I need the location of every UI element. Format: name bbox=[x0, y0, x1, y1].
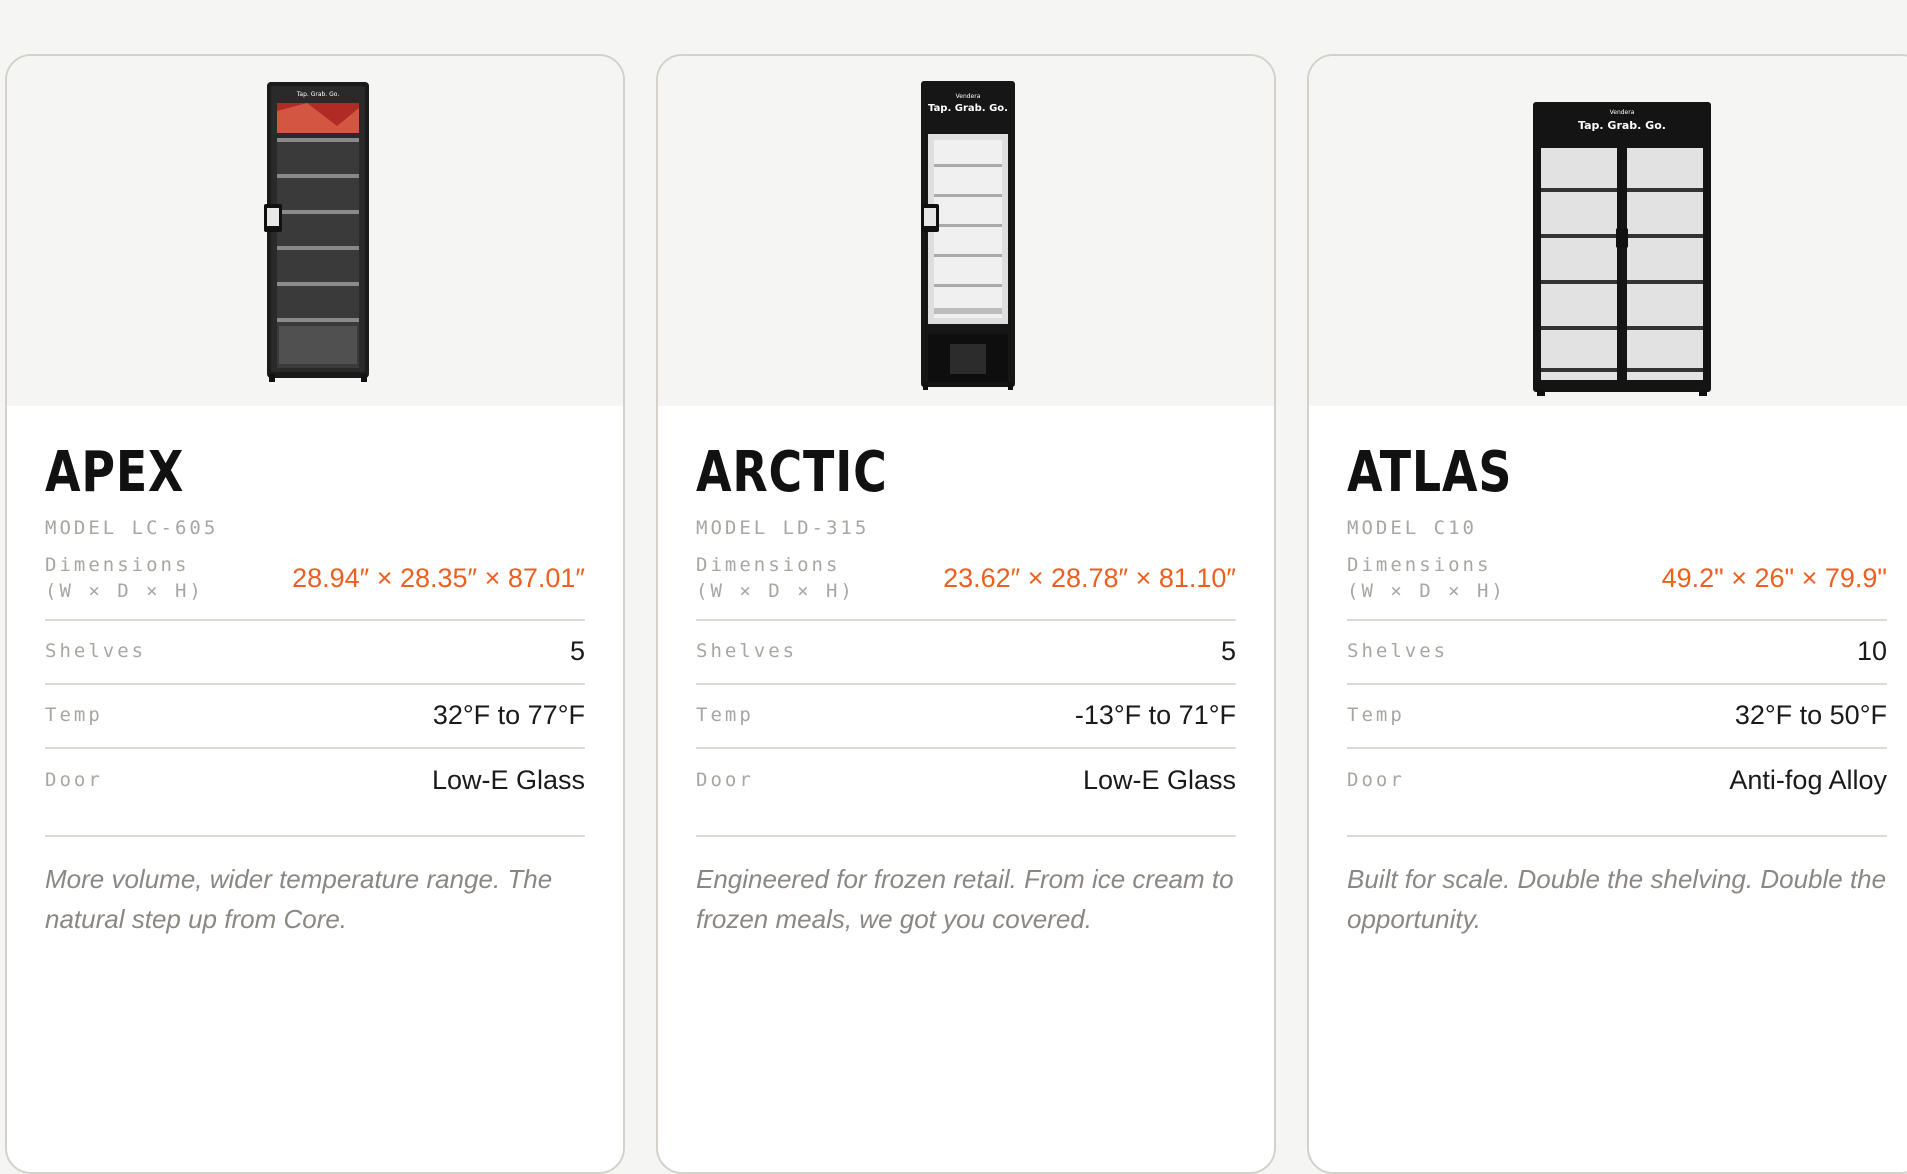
fridge-arctic-slogan: Tap. Grab. Go. bbox=[928, 103, 1008, 114]
fridge-atlas-image: Vendera Tap. Grab. Go. bbox=[1533, 102, 1711, 396]
product-model: MODEL LD-315 bbox=[696, 516, 870, 539]
spec-value-shelves: 5 bbox=[1220, 636, 1236, 667]
spec-value-temp: 32°F to 50°F bbox=[1734, 700, 1887, 731]
fridge-apex-slogan: Tap. Grab. Go. bbox=[296, 91, 340, 98]
spec-value-shelves: 10 bbox=[1856, 636, 1887, 667]
fridge-atlas-slogan: Tap. Grab. Go. bbox=[1578, 119, 1666, 132]
product-model: MODEL C10 bbox=[1347, 516, 1477, 539]
product-image-arctic: Vendera Tap. Grab. Go. bbox=[658, 56, 1274, 406]
spec-row-dimensions: Dimensions (W × D × H) 23.62″ × 28.78″ ×… bbox=[696, 539, 1236, 621]
spec-label-dimensions-line2: (W × D × H) bbox=[1347, 579, 1506, 602]
spec-row-shelves: Shelves 5 bbox=[696, 621, 1236, 685]
product-title: APEX bbox=[45, 440, 185, 505]
spec-value-dimensions: 49.2" × 26" × 79.9" bbox=[1661, 563, 1887, 594]
product-image-apex: Tap. Grab. Go. bbox=[7, 56, 623, 406]
spec-row-dimensions: Dimensions (W × D × H) 28.94″ × 28.35″ ×… bbox=[45, 539, 585, 621]
product-card-apex[interactable]: Tap. Grab. Go. APEX MODEL LC-605 Dimensi… bbox=[5, 54, 625, 1174]
spec-row-door: Door Low-E Glass bbox=[696, 749, 1236, 813]
spec-row-temp: Temp 32°F to 77°F bbox=[45, 685, 585, 749]
spec-value-door: Anti-fog Alloy bbox=[1729, 765, 1887, 796]
product-model: MODEL LC-605 bbox=[45, 516, 219, 539]
product-card-atlas[interactable]: Vendera Tap. Grab. Go. ATLAS MODEL C10 D… bbox=[1307, 54, 1907, 1174]
product-description: Engineered for frozen retail. From ice c… bbox=[696, 863, 1234, 934]
spec-row-shelves: Shelves 10 bbox=[1347, 621, 1887, 685]
spec-divider bbox=[696, 813, 1236, 837]
spec-label-temp: Temp bbox=[696, 703, 754, 726]
product-image-atlas: Vendera Tap. Grab. Go. bbox=[1309, 56, 1907, 406]
fridge-apex-image: Tap. Grab. Go. bbox=[264, 82, 369, 382]
product-description: More volume, wider temperature range. Th… bbox=[45, 863, 553, 934]
product-card-arctic[interactable]: Vendera Tap. Grab. Go. ARCTIC MODEL LD-3… bbox=[656, 54, 1276, 1174]
spec-label-dimensions: Dimensions (W × D × H) bbox=[696, 553, 855, 604]
product-description: Built for scale. Double the shelving. Do… bbox=[1347, 863, 1887, 934]
spec-row-door: Door Low-E Glass bbox=[45, 749, 585, 813]
fridge-arctic-image: Vendera Tap. Grab. Go. bbox=[921, 81, 1015, 390]
spec-row-shelves: Shelves 5 bbox=[45, 621, 585, 685]
spec-label-dimensions-line1: Dimensions bbox=[45, 554, 190, 577]
spec-value-temp: -13°F to 71°F bbox=[1074, 700, 1236, 731]
spec-label-shelves: Shelves bbox=[45, 639, 147, 662]
spec-label-dimensions: Dimensions (W × D × H) bbox=[1347, 553, 1506, 604]
spec-label-shelves: Shelves bbox=[696, 639, 798, 662]
spec-row-temp: Temp -13°F to 71°F bbox=[696, 685, 1236, 749]
spec-label-shelves: Shelves bbox=[1347, 639, 1449, 662]
fridge-atlas-brand: Vendera bbox=[1610, 109, 1635, 116]
spec-label-door: Door bbox=[696, 768, 754, 791]
spec-label-dimensions-line2: (W × D × H) bbox=[45, 579, 204, 602]
spec-label-dimensions-line1: Dimensions bbox=[696, 554, 841, 577]
product-title: ATLAS bbox=[1347, 440, 1513, 505]
spec-value-temp: 32°F to 77°F bbox=[432, 700, 585, 731]
spec-value-dimensions: 28.94″ × 28.35″ × 87.01″ bbox=[292, 563, 585, 594]
spec-label-dimensions: Dimensions (W × D × H) bbox=[45, 553, 204, 604]
spec-value-door: Low-E Glass bbox=[431, 765, 585, 796]
spec-label-temp: Temp bbox=[1347, 703, 1405, 726]
product-title: ARCTIC bbox=[696, 440, 888, 505]
spec-value-door: Low-E Glass bbox=[1082, 765, 1236, 796]
spec-value-shelves: 5 bbox=[569, 636, 585, 667]
spec-row-dimensions: Dimensions (W × D × H) 49.2" × 26" × 79.… bbox=[1347, 539, 1887, 621]
spec-divider bbox=[1347, 813, 1887, 837]
spec-row-door: Door Anti-fog Alloy bbox=[1347, 749, 1887, 813]
spec-label-dimensions-line1: Dimensions bbox=[1347, 554, 1492, 577]
spec-label-dimensions-line2: (W × D × H) bbox=[696, 579, 855, 602]
fridge-arctic-brand: Vendera bbox=[956, 93, 981, 100]
spec-row-temp: Temp 32°F to 50°F bbox=[1347, 685, 1887, 749]
spec-divider bbox=[45, 813, 585, 837]
spec-label-temp: Temp bbox=[45, 703, 103, 726]
spec-value-dimensions: 23.62″ × 28.78″ × 81.10″ bbox=[943, 563, 1236, 594]
spec-label-door: Door bbox=[1347, 768, 1405, 791]
spec-label-door: Door bbox=[45, 768, 103, 791]
